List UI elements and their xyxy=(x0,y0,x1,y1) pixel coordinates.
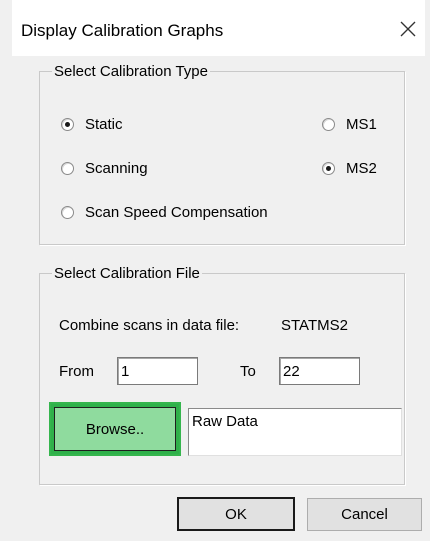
radio-scan-speed-compensation[interactable]: Scan Speed Compensation xyxy=(61,204,268,221)
radio-scanning-label: Scanning xyxy=(85,160,148,177)
close-icon xyxy=(400,21,416,37)
close-button[interactable] xyxy=(393,12,423,46)
combine-scans-label: Combine scans in data file: xyxy=(59,317,240,334)
radio-scan-speed-compensation-label: Scan Speed Compensation xyxy=(85,204,268,221)
radio-ms1-label: MS1 xyxy=(346,116,377,133)
radio-static-dot xyxy=(65,122,70,127)
radio-scanning[interactable]: Scanning xyxy=(61,160,148,177)
radio-static-circle xyxy=(61,118,74,131)
to-label: To xyxy=(240,363,256,380)
ok-button[interactable]: OK xyxy=(177,497,295,531)
to-input[interactable] xyxy=(279,357,360,385)
radio-ms2-dot xyxy=(326,166,331,171)
from-label: From xyxy=(59,363,94,380)
radio-ms1-circle xyxy=(322,118,335,131)
cancel-button[interactable]: Cancel xyxy=(307,498,422,531)
dialog-title: Display Calibration Graphs xyxy=(21,21,224,40)
raw-data-field[interactable]: Raw Data xyxy=(188,408,402,456)
calibration-file-legend: Select Calibration File xyxy=(52,265,202,282)
calibration-type-legend: Select Calibration Type xyxy=(52,63,210,80)
calibration-dialog: Display Calibration Graphs Select Calibr… xyxy=(12,0,425,541)
dialog-body: Select Calibration Type Static MS1 Scann… xyxy=(12,56,425,541)
data-file-name: STATMS2 xyxy=(281,317,348,334)
browse-button[interactable]: Browse.. xyxy=(54,407,176,451)
radio-scanning-circle xyxy=(61,162,74,175)
radio-ms1[interactable]: MS1 xyxy=(322,116,377,133)
radio-ms2-label: MS2 xyxy=(346,160,377,177)
radio-static-label: Static xyxy=(85,116,123,133)
radio-static[interactable]: Static xyxy=(61,116,123,133)
radio-ms2[interactable]: MS2 xyxy=(322,160,377,177)
radio-scan-speed-compensation-circle xyxy=(61,206,74,219)
from-input[interactable] xyxy=(117,357,198,385)
radio-ms2-circle xyxy=(322,162,335,175)
title-bar: Display Calibration Graphs xyxy=(12,0,425,56)
browse-highlight: Browse.. xyxy=(49,402,181,456)
